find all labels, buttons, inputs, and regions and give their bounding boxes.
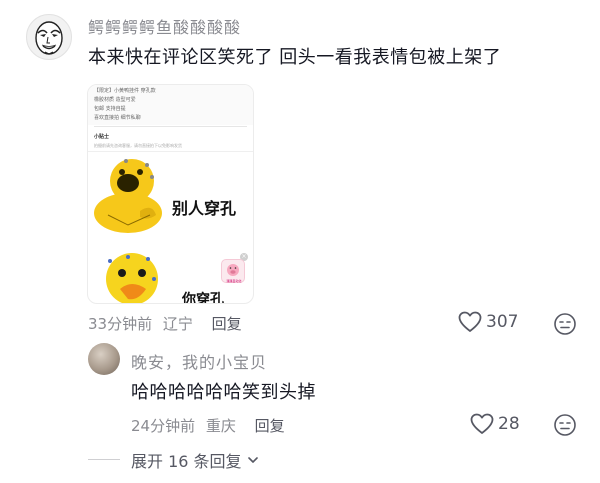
emoji-face-icon[interactable] [553, 413, 577, 437]
image-text-line: 包邮 支持自提 [94, 106, 126, 112]
comment-meta: 33分钟前 辽宁 回复 [88, 313, 242, 334]
reply-time: 24分钟前 [131, 417, 196, 435]
comment-like-button[interactable]: 307 [458, 311, 518, 333]
image-tip-title: 小贴士 [94, 134, 110, 140]
comment-time: 33分钟前 [88, 315, 153, 333]
comment-image[interactable]: 【限定】小黄鸭挂件 穿孔款 橡胶材质 造型可爱 包邮 支持自提 喜欢直接拍 细节… [87, 84, 254, 304]
image-caption-bottom: 你穿孔 [182, 292, 224, 304]
comment-text: 本来快在评论区笑死了 回头一看我表情包被上架了 [88, 47, 502, 68]
reply-like-button[interactable]: 28 [470, 413, 520, 435]
image-caption-top: 别人穿孔 [172, 199, 237, 218]
image-divider [88, 151, 253, 152]
pig-badge-label: 猪猪自动化 [226, 279, 242, 283]
reply-meta: 24分钟前 重庆 回复 [131, 415, 285, 436]
user-avatar[interactable] [26, 14, 72, 60]
reply-username[interactable]: 晚安，我的小宝贝 [131, 349, 267, 373]
comment-location: 辽宁 [162, 315, 193, 333]
expand-replies-label: 展开 16 条回复 [131, 452, 242, 471]
replies-divider [88, 459, 120, 460]
image-text-line: 【限定】小黄鸭挂件 穿孔款 [94, 88, 156, 94]
comment-username[interactable]: 鳄鳄鳄鳄鱼酸酸酸酸 [88, 14, 241, 38]
reply-avatar[interactable] [88, 343, 120, 375]
image-text-line: 橡胶材质 造型可爱 [94, 97, 136, 103]
heart-outline-icon [458, 311, 482, 332]
image-text-line: 喜欢直接拍 细节私聊 [94, 115, 141, 121]
reply-like-count: 28 [498, 414, 520, 434]
comment-like-count: 307 [486, 312, 519, 332]
mask-face-icon [35, 21, 63, 55]
duck-sticker-top [94, 159, 162, 233]
reply-reply-button[interactable]: 回复 [255, 417, 285, 435]
image-divider [94, 126, 247, 127]
heart-outline-icon [470, 413, 494, 434]
reply-location: 重庆 [205, 417, 236, 435]
reply-text: 哈哈哈哈哈哈笑到头掉 [131, 382, 316, 403]
duck-sticker-bottom [106, 253, 158, 303]
comment-reply-button[interactable]: 回复 [212, 315, 242, 333]
expand-replies-button[interactable]: 展开 16 条回复 [131, 448, 260, 472]
emoji-face-icon[interactable] [553, 312, 577, 336]
image-tip-body: 拍摄前请先咨询客服，请勿直接拍下以免影响发货 [94, 143, 182, 148]
chevron-down-icon [247, 457, 258, 463]
